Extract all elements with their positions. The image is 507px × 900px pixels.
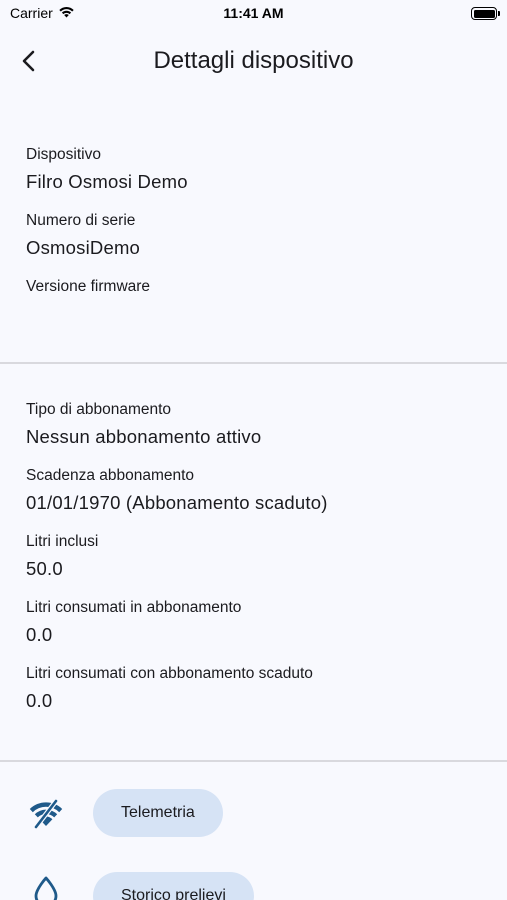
screen: Carrier 11:41 AM Dettagli dispositivo Di… xyxy=(0,0,507,900)
subscription-expiry-label: Scadenza abbonamento xyxy=(26,467,195,484)
liters-included-label: Litri inclusi xyxy=(26,533,99,550)
liters-consumed-expired-label: Litri consumati con abbonamento scaduto xyxy=(26,665,313,682)
firmware-version-label: Versione firmware xyxy=(26,278,151,295)
telemetry-button[interactable]: Telemetria xyxy=(93,789,223,837)
status-time: 11:41 AM xyxy=(223,5,284,21)
divider xyxy=(0,760,507,762)
liters-consumed-label: Litri consumati in abbonamento xyxy=(26,599,242,616)
subscription-type-label: Tipo di abbonamento xyxy=(26,401,172,418)
subscription-type-value: Nessun abbonamento attivo xyxy=(26,426,262,447)
battery-icon xyxy=(471,7,500,20)
device-value: Filro Osmosi Demo xyxy=(26,171,188,192)
status-bar: Carrier 11:41 AM xyxy=(0,0,507,28)
serial-number-label: Numero di serie xyxy=(26,212,136,229)
subscription-expiry-value: 01/01/1970 (Abbonamento scaduto) xyxy=(26,492,328,513)
liters-included-value: 50.0 xyxy=(26,558,63,579)
liters-consumed-expired-value: 0.0 xyxy=(26,690,53,711)
app-bar: Dettagli dispositivo xyxy=(0,36,507,86)
serial-number-value: OsmosiDemo xyxy=(26,237,141,258)
page-title: Dettagli dispositivo xyxy=(153,47,354,74)
liters-consumed-value: 0.0 xyxy=(26,624,53,645)
divider xyxy=(0,362,507,364)
device-label: Dispositivo xyxy=(26,146,101,163)
wifi-off-icon xyxy=(26,793,66,833)
water-drop-icon xyxy=(26,872,66,900)
withdrawal-history-button[interactable]: Storico prelievi xyxy=(93,872,254,900)
